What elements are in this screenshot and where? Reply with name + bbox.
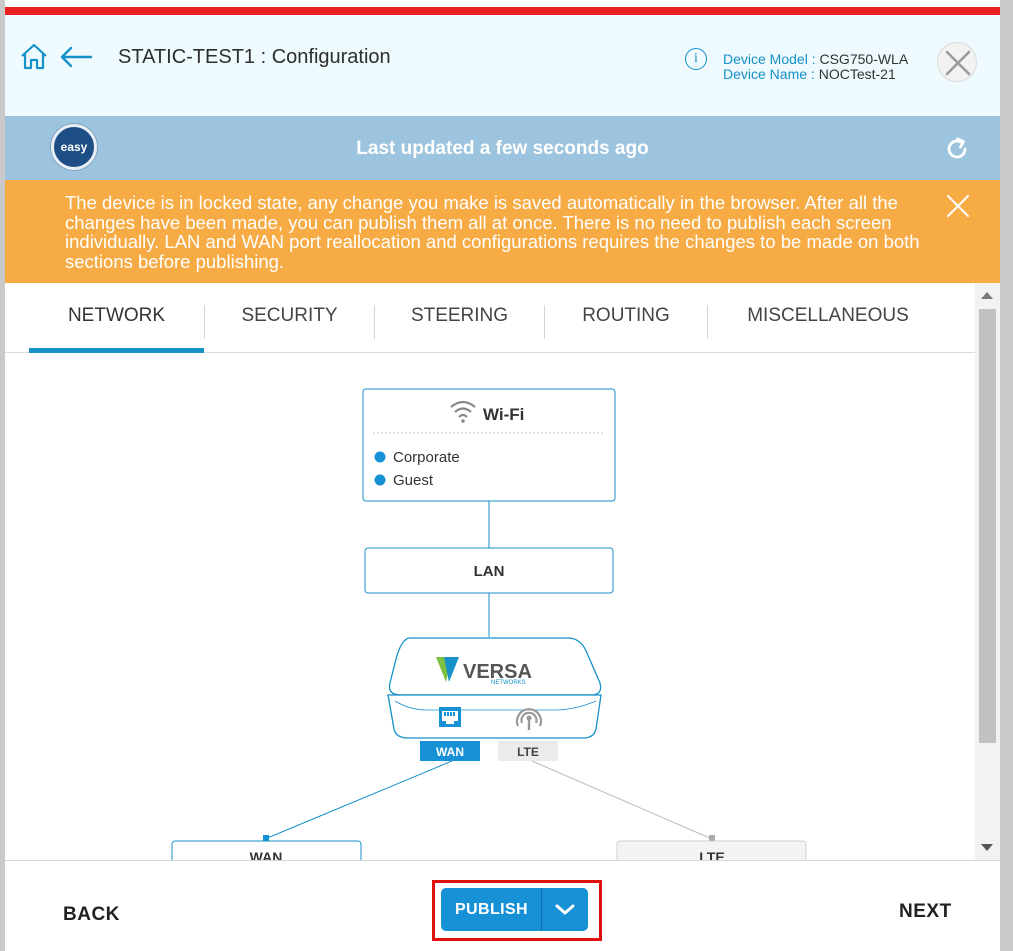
configuration-modal: STATIC-TEST1 : Configuration i Device Mo… [5,0,1000,951]
scroll-thumb[interactable] [979,309,996,743]
ssid-bullet [374,451,386,463]
wan-port-label: WAN [436,745,464,759]
ethernet-port-icon [439,707,461,727]
lte-port-badge[interactable]: LTE [498,741,558,761]
publish-button[interactable]: PUBLISH [441,888,542,931]
page-title: STATIC-TEST1 : Configuration [118,46,391,68]
network-diagram: Wi-Fi Corporate Guest LAN VERSA NETWORKS… [171,388,807,860]
device-name-row: Device Name : NOCTest-21 [723,67,896,82]
device-model-row: Device Model : CSG750-WLA [723,52,908,67]
ssid-label: Guest [393,472,434,489]
ssid-label: Corporate [393,449,460,466]
last-updated-text: Last updated a few seconds ago [356,138,649,159]
alert-message: The device is in locked state, any chang… [65,192,920,272]
info-icon[interactable]: i [685,48,707,70]
lan-label: LAN [474,563,505,580]
status-bar: easy Last updated a few seconds ago [5,116,1000,180]
close-icon [945,50,971,76]
device-model-label: Device Model : [723,51,816,67]
back-arrow-icon[interactable] [59,46,93,68]
versa-device[interactable]: VERSA NETWORKS WAN LTE [387,637,602,761]
publish-split-button: PUBLISH [441,888,588,931]
locked-state-alert: The device is in locked state, any chang… [5,180,1000,283]
versa-brand-sub: NETWORKS [491,680,526,686]
device-name-value: NOCTest-21 [818,66,896,82]
scroll-up-arrow[interactable] [981,292,993,299]
lte-box-label: LTE [699,849,724,860]
device-model-value: CSG750-WLA [819,51,909,67]
modal-header: STATIC-TEST1 : Configuration i Device Mo… [5,15,1000,116]
top-accent-line [5,7,1000,15]
lte-box[interactable]: LTE [616,840,807,860]
wan-box[interactable]: WAN [171,840,362,860]
wifi-title: Wi-Fi [483,405,524,424]
wan-port-badge[interactable]: WAN [420,741,480,761]
ssid-bullet [374,474,386,486]
publish-dropdown-button[interactable] [542,888,588,931]
chevron-down-icon [555,904,575,915]
refresh-icon[interactable] [944,136,970,162]
close-modal-button[interactable] [937,42,977,82]
next-button[interactable]: NEXT [899,901,952,923]
content-scrollbar[interactable] [975,283,1000,860]
wan-box-label: WAN [250,849,283,860]
home-icon[interactable] [19,43,49,71]
modal-footer: BACK PUBLISH NEXT [5,860,1000,951]
back-button[interactable]: BACK [63,904,120,926]
alert-close-icon[interactable] [945,193,971,219]
lte-port-label: LTE [517,745,539,759]
wifi-box[interactable]: Wi-Fi Corporate Guest [362,388,616,502]
scroll-down-arrow[interactable] [981,844,993,851]
lan-box[interactable]: LAN [364,547,614,594]
device-name-label: Device Name : [723,66,815,82]
content-area: NETWORK SECURITY STEERING ROUTING MISCEL… [5,283,975,860]
